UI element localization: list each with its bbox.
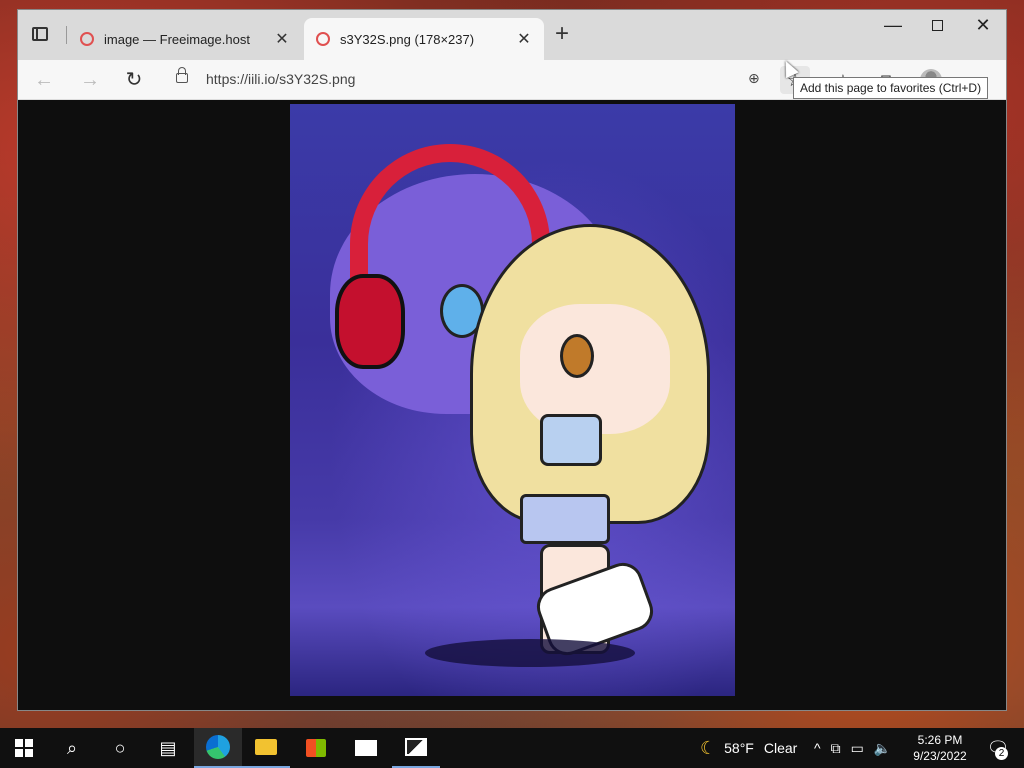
amber-eye-shape xyxy=(560,334,594,378)
start-button[interactable] xyxy=(0,728,48,768)
task-view-icon: ▤ xyxy=(159,737,177,758)
address-bar[interactable]: https://iili.io/s3Y32S.png xyxy=(206,71,355,87)
image-viewport xyxy=(18,100,1006,710)
new-tab-button[interactable]: + xyxy=(552,22,572,46)
clock-time: 5:26 PM xyxy=(917,733,963,747)
refresh-button[interactable]: ↻ xyxy=(122,68,146,92)
mail-icon xyxy=(355,740,377,756)
notification-badge: 2 xyxy=(995,747,1008,760)
site-favicon-icon xyxy=(80,32,94,46)
volume-icon[interactable]: 🔈 xyxy=(874,740,891,757)
taskbar: ⌕ ○ ▤ ☾ 58°F Clear ^ ⧉ ▭ 🔈 5:26 PM 9/23/… xyxy=(0,728,1024,768)
tab-close-icon[interactable]: ✕ xyxy=(274,29,290,49)
tab-image[interactable]: s3Y32S.png (178×237) ✕ xyxy=(304,18,544,60)
tab-label: image — Freeimage.host xyxy=(104,31,250,47)
notification-center-button[interactable]: 🗨 2 xyxy=(978,728,1018,768)
site-favicon-icon xyxy=(316,32,330,46)
edge-icon xyxy=(206,735,230,759)
store-button[interactable] xyxy=(292,728,340,768)
system-tray: ^ ⧉ ▭ 🔈 xyxy=(814,728,891,768)
tray-chevron-icon[interactable]: ^ xyxy=(814,740,821,756)
weather-widget[interactable]: ☾ 58°F Clear xyxy=(700,728,797,768)
tab-separator xyxy=(66,26,67,44)
maximize-icon xyxy=(931,20,943,31)
task-view-button[interactable]: ▤ xyxy=(144,728,192,768)
headphone-cup-shape xyxy=(335,274,405,369)
network-icon[interactable]: ▭ xyxy=(851,740,864,757)
windows-logo-icon xyxy=(15,739,33,757)
photos-icon xyxy=(405,738,427,756)
shorts-shape xyxy=(520,494,610,544)
maximize-button[interactable] xyxy=(914,14,960,36)
tab-label: s3Y32S.png (178×237) xyxy=(340,31,475,47)
tab-close-icon[interactable]: ✕ xyxy=(516,29,532,49)
top-shape xyxy=(540,414,602,466)
minimize-button[interactable]: — xyxy=(870,14,916,36)
displayed-image[interactable] xyxy=(290,104,735,696)
favorites-tooltip: Add this page to favorites (Ctrl+D) xyxy=(793,77,989,99)
tab-freeimage[interactable]: image — Freeimage.host ✕ xyxy=(68,18,302,60)
cortana-button[interactable]: ○ xyxy=(96,728,144,768)
close-window-button[interactable]: ✕ xyxy=(960,14,1006,36)
clock-date: 9/23/2022 xyxy=(913,749,967,763)
browser-window: image — Freeimage.host ✕ s3Y32S.png (178… xyxy=(18,10,1006,710)
search-button[interactable]: ⌕ xyxy=(48,728,96,768)
lock-icon[interactable] xyxy=(176,67,188,83)
moon-icon: ☾ xyxy=(700,737,717,758)
search-icon: ⌕ xyxy=(66,737,78,758)
file-explorer-button[interactable] xyxy=(242,728,290,768)
store-icon xyxy=(306,739,326,757)
cortana-icon: ○ xyxy=(114,737,126,758)
forward-button[interactable]: → xyxy=(78,68,102,92)
folder-icon xyxy=(255,739,277,755)
clock[interactable]: 5:26 PM 9/23/2022 xyxy=(904,728,976,768)
edge-taskbar-button[interactable] xyxy=(194,728,242,768)
mail-button[interactable] xyxy=(342,728,390,768)
meet-now-icon[interactable]: ⧉ xyxy=(831,740,841,757)
ground-shadow xyxy=(425,639,635,667)
weather-temp: 58°F xyxy=(724,740,754,756)
zoom-icon[interactable]: ⊕ xyxy=(748,70,766,88)
photos-button[interactable] xyxy=(392,728,440,768)
back-button[interactable]: ← xyxy=(32,68,56,92)
tab-actions-icon[interactable] xyxy=(32,27,48,41)
tab-bar: image — Freeimage.host ✕ s3Y32S.png (178… xyxy=(18,10,1006,60)
weather-condition: Clear xyxy=(763,740,798,756)
